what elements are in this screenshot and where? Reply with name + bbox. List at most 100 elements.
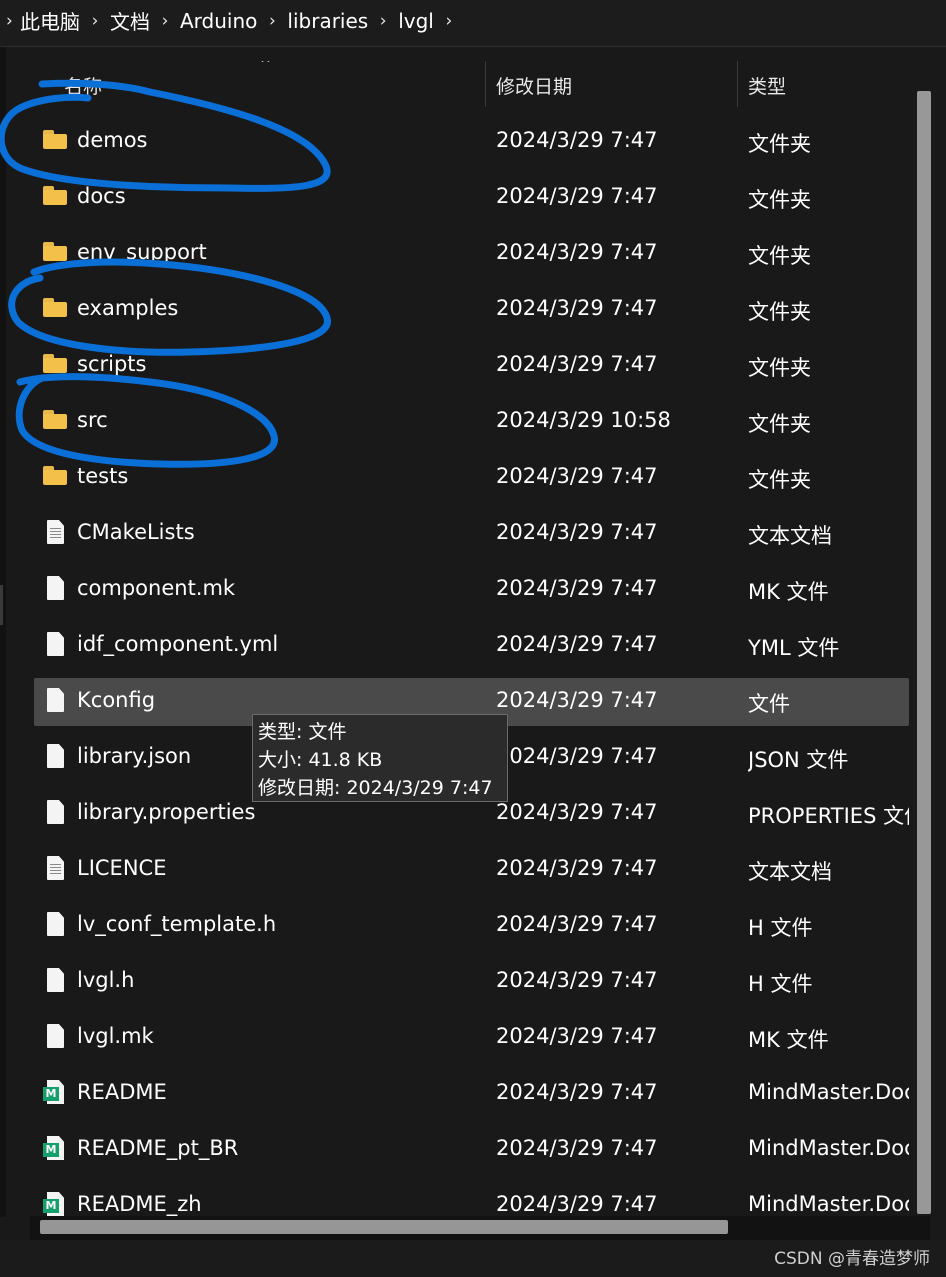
file-icon bbox=[43, 688, 69, 714]
file-name[interactable]: idf_component.yml bbox=[77, 632, 278, 656]
text-file-icon bbox=[43, 520, 69, 546]
file-row[interactable]: tests 2024/3/29 7:47 文件夹 bbox=[34, 454, 909, 502]
folder-icon bbox=[43, 240, 69, 266]
file-row[interactable]: src 2024/3/29 10:58 文件夹 bbox=[34, 398, 909, 446]
file-modified-date: 2024/3/29 7:47 bbox=[496, 800, 658, 824]
file-modified-date: 2024/3/29 7:47 bbox=[496, 856, 658, 880]
file-row[interactable]: README_zh 2024/3/29 7:47 MindMaster.Docume… bbox=[34, 1182, 909, 1216]
file-row[interactable]: lvgl.mk 2024/3/29 7:47 MK 文件 bbox=[34, 1014, 909, 1062]
chevron-right-icon[interactable]: › bbox=[434, 11, 464, 31]
file-name[interactable]: README bbox=[77, 1080, 167, 1104]
breadcrumb-libraries[interactable]: libraries bbox=[287, 9, 368, 33]
file-row[interactable]: README 2024/3/29 7:47 MindMaster.Document bbox=[34, 1070, 909, 1118]
file-modified-date: 2024/3/29 7:47 bbox=[496, 1192, 658, 1216]
file-modified-date: 2024/3/29 7:47 bbox=[496, 520, 658, 544]
file-modified-date: 2024/3/29 7:47 bbox=[496, 1136, 658, 1160]
chevron-right-icon[interactable]: › bbox=[80, 11, 110, 31]
file-name[interactable]: lv_conf_template.h bbox=[77, 912, 276, 936]
file-type: H 文件 bbox=[748, 916, 813, 940]
column-header-name[interactable]: 名称 bbox=[64, 72, 102, 99]
file-modified-date: 2024/3/29 7:47 bbox=[496, 632, 658, 656]
file-name[interactable]: examples bbox=[77, 296, 178, 320]
file-type: MindMaster.Document bbox=[748, 1192, 909, 1216]
file-name[interactable]: docs bbox=[77, 184, 126, 208]
vertical-scrollbar-thumb[interactable] bbox=[917, 91, 931, 1214]
file-type: YML 文件 bbox=[748, 636, 840, 660]
folder-icon bbox=[43, 352, 69, 378]
file-modified-date: 2024/3/29 7:47 bbox=[496, 240, 658, 264]
file-name[interactable]: scripts bbox=[77, 352, 146, 376]
address-bar[interactable]: › 此电脑 › 文档 › Arduino › libraries › lvgl … bbox=[0, 0, 946, 46]
file-type: 文件夹 bbox=[748, 244, 811, 268]
file-row[interactable]: LICENCE 2024/3/29 7:47 文本文档 bbox=[34, 846, 909, 894]
file-modified-date: 2024/3/29 10:58 bbox=[496, 408, 671, 432]
file-row[interactable]: scripts 2024/3/29 7:47 文件夹 bbox=[34, 342, 909, 390]
file-row[interactable]: CMakeLists 2024/3/29 7:47 文本文档 bbox=[34, 510, 909, 558]
file-name[interactable]: demos bbox=[77, 128, 148, 152]
tooltip-type: 类型: 文件 bbox=[258, 721, 347, 743]
file-name[interactable]: library.properties bbox=[77, 800, 255, 824]
file-type: 文件夹 bbox=[748, 188, 811, 212]
breadcrumb-lvgl[interactable]: lvgl bbox=[398, 9, 434, 33]
column-header-date[interactable]: 修改日期 bbox=[496, 72, 572, 99]
file-list[interactable]: ^ 名称 修改日期 类型 demos 2024/3/29 7:47 文件夹 docs 2… bbox=[6, 61, 946, 1216]
file-row[interactable]: lvgl.h 2024/3/29 7:47 H 文件 bbox=[34, 958, 909, 1006]
file-name[interactable]: tests bbox=[77, 464, 128, 488]
file-name[interactable]: CMakeLists bbox=[77, 520, 195, 544]
folder-icon bbox=[43, 184, 69, 210]
file-type: 文件夹 bbox=[748, 132, 811, 156]
file-name[interactable]: README_pt_BR bbox=[77, 1136, 238, 1160]
folder-icon bbox=[43, 464, 69, 490]
file-modified-date: 2024/3/29 7:47 bbox=[496, 968, 658, 992]
column-divider[interactable] bbox=[485, 61, 486, 107]
file-icon bbox=[43, 912, 69, 938]
file-type: MindMaster.Document bbox=[748, 1136, 909, 1160]
breadcrumb-this-pc[interactable]: 此电脑 bbox=[20, 6, 80, 35]
file-row[interactable]: env_support 2024/3/29 7:47 文件夹 bbox=[34, 230, 909, 278]
divider bbox=[0, 46, 946, 47]
column-divider[interactable] bbox=[737, 61, 738, 107]
file-modified-date: 2024/3/29 7:47 bbox=[496, 464, 658, 488]
chevron-right-icon[interactable]: › bbox=[257, 11, 287, 31]
file-name[interactable]: library.json bbox=[77, 744, 191, 768]
chevron-right-icon[interactable]: › bbox=[368, 11, 398, 31]
file-name[interactable]: LICENCE bbox=[77, 856, 166, 880]
file-name[interactable]: src bbox=[77, 408, 108, 432]
file-row[interactable]: lv_conf_template.h 2024/3/29 7:47 H 文件 bbox=[34, 902, 909, 950]
file-modified-date: 2024/3/29 7:47 bbox=[496, 352, 658, 376]
folder-icon bbox=[43, 296, 69, 322]
file-row[interactable]: docs 2024/3/29 7:47 文件夹 bbox=[34, 174, 909, 222]
file-row[interactable]: idf_component.yml 2024/3/29 7:47 YML 文件 bbox=[34, 622, 909, 670]
file-modified-date: 2024/3/29 7:47 bbox=[496, 128, 658, 152]
file-row[interactable]: component.mk 2024/3/29 7:47 MK 文件 bbox=[34, 566, 909, 614]
file-modified-date: 2024/3/29 7:47 bbox=[496, 744, 658, 768]
file-row[interactable]: README_pt_BR 2024/3/29 7:47 MindMaster.Doc… bbox=[34, 1126, 909, 1174]
chevron-right-icon[interactable]: › bbox=[6, 11, 20, 31]
file-name[interactable]: component.mk bbox=[77, 576, 235, 600]
column-header-type[interactable]: 类型 bbox=[748, 72, 786, 99]
pane-splitter[interactable] bbox=[0, 585, 3, 625]
file-modified-date: 2024/3/29 7:47 bbox=[496, 1080, 658, 1104]
breadcrumb: › 此电脑 › 文档 › Arduino › libraries › lvgl … bbox=[6, 6, 464, 35]
chevron-right-icon[interactable]: › bbox=[150, 11, 180, 31]
file-name[interactable]: README_zh bbox=[77, 1192, 202, 1216]
file-modified-date: 2024/3/29 7:47 bbox=[496, 296, 658, 320]
file-type: 文件 bbox=[748, 692, 790, 716]
file-type: MindMaster.Document bbox=[748, 1080, 909, 1104]
breadcrumb-documents[interactable]: 文档 bbox=[110, 6, 150, 35]
file-name[interactable]: env_support bbox=[77, 240, 207, 264]
file-icon bbox=[43, 632, 69, 658]
watermark: CSDN @青春造梦师 bbox=[774, 1249, 930, 1269]
breadcrumb-arduino[interactable]: Arduino bbox=[180, 9, 257, 33]
file-icon bbox=[43, 576, 69, 602]
file-name[interactable]: lvgl.h bbox=[77, 968, 134, 992]
file-icon bbox=[43, 800, 69, 826]
file-row[interactable]: examples 2024/3/29 7:47 文件夹 bbox=[34, 286, 909, 334]
file-type: MK 文件 bbox=[748, 1028, 829, 1052]
horizontal-scrollbar-thumb[interactable] bbox=[40, 1220, 728, 1234]
file-name[interactable]: Kconfig bbox=[77, 688, 155, 712]
file-row[interactable]: demos 2024/3/29 7:47 文件夹 bbox=[34, 118, 909, 166]
file-name[interactable]: lvgl.mk bbox=[77, 1024, 154, 1048]
mindmaster-file-icon bbox=[43, 1080, 69, 1106]
file-type: MK 文件 bbox=[748, 580, 829, 604]
